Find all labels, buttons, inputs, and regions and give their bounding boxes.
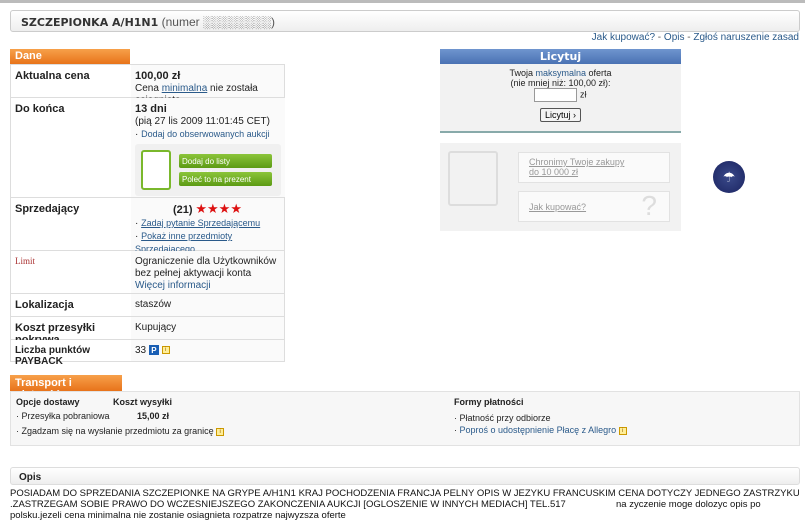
star-icons: ★★★★ [195,201,242,216]
allegro-pay-link[interactable]: Poproś o udostępnienie Płacę z Allegro [460,425,617,435]
price-row: Aktualna cena 100,00 zł Cena minimalna nie… [11,65,284,106]
protection-box: Chronimy Twoje zakupy do 10 000 zł ☂ [518,152,745,193]
end-date: (pią 27 lis 2009 11:01:45 CET) [135,116,270,127]
shipping-payer-row: Koszt przesyłki pokrywaKupujący [11,317,284,346]
question-icon: ? [641,190,657,221]
payback-icon: P [148,345,159,355]
more-info-link[interactable]: Więcej informacji [135,280,211,291]
location-value: staszów [131,294,284,316]
info-icon[interactable]: i [618,426,627,435]
delivery-option: Przesyłka pobraniowa [21,411,110,421]
how-to-buy-link[interactable]: Jak kupować? [592,32,655,43]
payback-label: Liczba punktów PAYBACK [11,340,131,367]
abroad-text: Zgadzam się na wysłanie przedmiotu za gr… [21,426,214,436]
bid-text: Twoja [509,68,536,78]
recommend-gift-button[interactable]: Poleć to na prezent [179,172,272,186]
gift-panel: Dodaj do listy prezentówPoleć to na prez… [135,144,281,196]
seller-rating[interactable]: (21) [173,204,193,216]
bid-min: (nie mniej niż: 100,00 zł): [510,78,611,88]
limit-icon: Limit [11,251,131,293]
description-link[interactable]: Opis [664,32,685,43]
bid-header: Licytuj [440,49,681,64]
bid-panel: Licytuj Twoja maksymalna oferta (nie mni… [440,49,681,133]
max-offer-link[interactable]: maksymalna [535,68,586,78]
end-days: 13 dni [135,103,167,115]
howto-box: Jak kupować?? [518,190,670,222]
minimum-link[interactable]: minimalna [162,83,208,94]
end-row: Do końca 13 dni (pią 27 lis 2009 11:01:45 … [11,98,285,198]
add-gift-list-button[interactable]: Dodaj do listy prezentów [179,154,272,178]
cart-icon [448,151,498,206]
ask-seller-link[interactable]: Zadaj pytanie Sprzedającemu [141,218,260,228]
description-text: POSIADAM DO SPRZEDANIA SZCZEPIONKE NA GR… [10,488,803,521]
end-label: Do końca [11,98,131,197]
gift-icon [141,150,171,190]
info-icon[interactable]: i [216,427,225,436]
bid-text-end: oferta [586,68,612,78]
description-header: Opis [10,467,800,485]
umbrella-icon: ☂ [713,161,745,193]
location-row: Lokalizacja staszów [11,294,284,317]
item-title: SZCZEPIONKA A/H1N1 [21,16,159,29]
delivery-options-header: Opcje dostawy [16,397,80,407]
details-table: Aktualna cena 100,00 zł Cena minimalna nie… [10,64,285,367]
payment-header: Formy płatności [454,397,524,407]
promo-panel: Chronimy Twoje zakupy do 10 000 zł ☂ Jak … [440,143,745,231]
payback-row: Liczba punktów PAYBACK 33 P i [11,340,284,367]
transport-header: Transport i płatność [10,375,122,401]
item-number: (numer ░░░░░░░░) [161,15,275,29]
transport-panel: Opcje dostawy Koszt wysyłki · Przesyłka … [10,391,800,446]
price-value: 100,00 zł [135,70,181,82]
limit-row: Limit Ograniczenie dla Użytkowników bez pe… [11,251,284,294]
payback-value: 33 [135,345,147,356]
price-note: Cena [135,83,162,94]
delivery-cost: 15,00 zł [137,411,170,421]
location-label: Lokalizacja [11,294,131,316]
shipping-cost-header: Koszt wysyłki [113,397,173,407]
report-link[interactable]: Zgłoś naruszenie zasad [693,32,799,43]
limit-text-2: bez pełnej aktywacji konta [135,268,252,279]
price-label: Aktualna cena [11,65,131,97]
currency-label: zł [580,89,587,100]
watch-link[interactable]: Dodaj do obserwowanych aukcji [141,129,270,139]
top-border [0,0,805,3]
top-links: Jak kupować? - Opis - Zgłoś naruszenie z… [591,32,799,43]
dane-header: Dane [10,49,130,64]
bid-button[interactable]: Licytuj › [539,108,581,122]
protection-link[interactable]: Chronimy Twoje zakupy do 10 000 zł [529,157,634,177]
seller-row: Sprzedający (21) ★★★★ · Zadaj pytanie Sprz… [11,198,284,254]
howto-link[interactable]: Jak kupować? [529,202,586,212]
seller-label: Sprzedający [11,198,131,250]
page-title: SZCZEPIONKA A/H1N1 (numer ░░░░░░░░) [10,10,800,32]
payment-cod: Płatność przy odbiorze [459,413,551,423]
limit-text: Ograniczenie dla Użytkowników [135,256,277,267]
shipping-payer-value: Kupujący [131,317,284,339]
info-icon[interactable]: i [161,346,170,355]
bid-amount-input[interactable] [534,88,578,102]
shipping-payer-label: Koszt przesyłki pokrywa [11,317,131,346]
